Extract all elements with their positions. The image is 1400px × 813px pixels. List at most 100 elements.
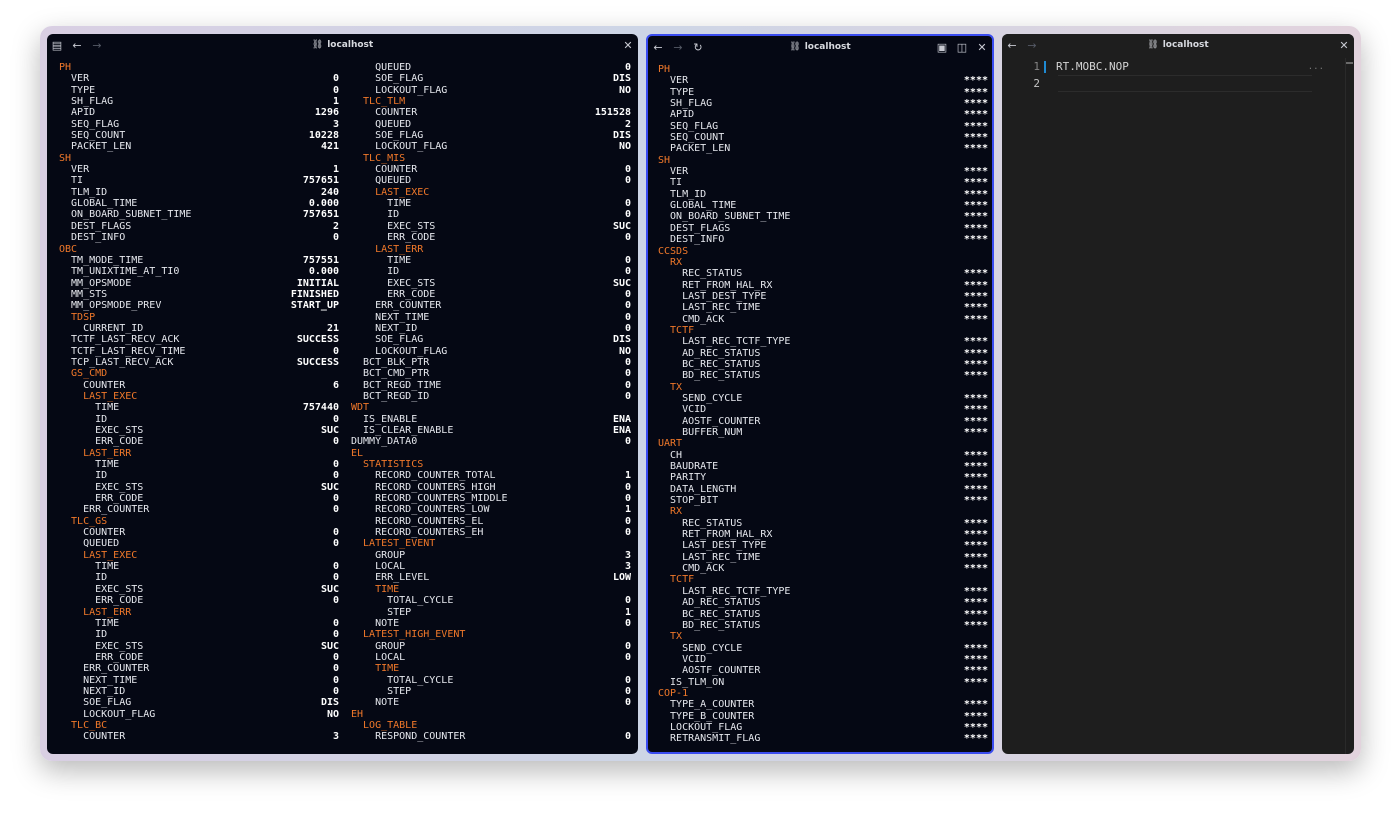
telemetry-key: OBC: [59, 243, 78, 255]
telemetry-value: 0: [332, 493, 339, 505]
arrow-right-icon[interactable]: →: [1022, 39, 1042, 52]
telemetry-key: PARITY: [658, 472, 707, 484]
reader-icon[interactable]: ▣: [932, 41, 952, 54]
telemetry-value: ENA: [612, 413, 631, 425]
telemetry-value: ****: [963, 563, 988, 575]
telemetry-value: 757551: [302, 254, 339, 266]
telemetry-value: ****: [963, 461, 988, 473]
telemetry-row: COUNTER 0: [351, 164, 631, 175]
telemetry-key: PH: [59, 62, 72, 73]
editor-line-text[interactable]: RT.MOBC.NOP: [1046, 60, 1129, 73]
telemetry-row: DEST_FLAGS 2: [59, 221, 339, 232]
telemetry-key: LAST_DEST_TYPE: [658, 290, 767, 302]
close-icon[interactable]: ✕: [618, 39, 638, 52]
telemetry-key: TCP_LAST_RECV_ACK: [59, 356, 174, 368]
telemetry-row: RET_FROM_HAL_RX ****: [658, 280, 988, 291]
telemetry-value: 1: [624, 470, 631, 482]
telemetry-key: LOCKOUT_FLAG: [351, 345, 448, 357]
telemetry-row: SEQ_FLAG 3: [59, 119, 339, 130]
telemetry-section-header: TCTF: [658, 574, 988, 585]
telemetry-key: COUNTER: [351, 164, 418, 176]
telemetry-key: SEND_CYCLE: [658, 642, 743, 654]
telemetry-row: IS_ENABLE ENA: [351, 414, 631, 425]
split-view-icon[interactable]: ◫: [952, 41, 972, 54]
telemetry-row: RESPOND_COUNTER 0: [351, 731, 631, 742]
arrow-left-icon[interactable]: ←: [648, 41, 668, 54]
editor-scrollbar[interactable]: [1345, 58, 1354, 754]
telemetry-key: RETRANSMIT_FLAG: [658, 733, 761, 745]
telemetry-section-header: GS_CMD: [59, 368, 339, 379]
telemetry-row: RECORD_COUNTER_TOTAL 1: [351, 470, 631, 481]
arrow-left-icon[interactable]: ←: [67, 39, 87, 52]
telemetry-value: ****: [963, 472, 988, 484]
reload-icon[interactable]: ↻: [688, 41, 708, 54]
telemetry-row: GROUP 0: [351, 641, 631, 652]
code-editor[interactable]: 1 RT.MOBC.NOP 2: [1002, 58, 1354, 92]
telemetry-key: GLOBAL_TIME: [658, 200, 737, 212]
telemetry-key: IS_TLM_ON: [658, 676, 725, 688]
telemetry-key: BUFFER_NUM: [658, 427, 743, 438]
telemetry-value: ****: [963, 290, 988, 302]
telemetry-row: COUNTER 6: [59, 380, 339, 391]
telemetry-section-header: RX: [658, 257, 988, 268]
telemetry-key: ID: [351, 209, 400, 221]
telemetry-value: 10228: [308, 130, 339, 142]
telemetry-key: MM_STS: [59, 288, 108, 300]
editor-line-current[interactable]: 2: [1002, 75, 1354, 92]
close-icon[interactable]: ✕: [972, 41, 992, 54]
telemetry-row: QUEUED 2: [351, 119, 631, 130]
page-title: ⛓ localhost: [311, 40, 374, 50]
telemetry-key: LAST_DEST_TYPE: [658, 540, 767, 552]
scrollbar-marker: [1346, 62, 1353, 64]
telemetry-value: 0: [624, 356, 631, 368]
telemetry-key: TIME: [351, 583, 400, 595]
telemetry-row: VER ****: [658, 75, 988, 86]
telemetry-row: COUNTER 3: [59, 731, 339, 742]
telemetry-row: LOCKOUT_FLAG NO: [351, 85, 631, 96]
telemetry-section-header: TLC_TLM: [351, 96, 631, 107]
telemetry-value: 0: [624, 674, 631, 686]
telemetry-key: PACKET_LEN: [59, 141, 132, 153]
telemetry-row: BC_REC_STATUS ****: [658, 609, 988, 620]
telemetry-value: ****: [963, 109, 988, 121]
telemetry-value: INITIAL: [296, 277, 339, 289]
telemetry-row: SEQ_COUNT 10228: [59, 130, 339, 141]
telemetry-value: 0: [332, 629, 339, 641]
telemetry-row: QUEUED 0: [351, 175, 631, 186]
telemetry-row: TM_UNIXTIME_AT_TI0 0.000: [59, 266, 339, 277]
ellipsis-icon: ...: [1307, 62, 1324, 72]
editor-line[interactable]: 1 RT.MOBC.NOP: [1002, 58, 1354, 75]
sidebar-icon[interactable]: ▤: [47, 39, 67, 52]
telemetry-row: SEND_CYCLE ****: [658, 393, 988, 404]
telemetry-row: RECORD_COUNTERS_LOW 1: [351, 504, 631, 515]
telemetry-row: ID 0: [351, 209, 631, 220]
telemetry-row: TCTF_LAST_RECV_TIME 0: [59, 346, 339, 357]
telemetry-value: 757440: [302, 402, 339, 414]
telemetry-row: EXEC_STS SUC: [59, 584, 339, 595]
telemetry-key: CMD_ACK: [658, 563, 725, 575]
telemetry-value: ****: [963, 132, 988, 144]
telemetry-value: 0: [624, 254, 631, 266]
telemetry-section-header: TLC_MIS: [351, 153, 631, 164]
telemetry-row: STEP 1: [351, 607, 631, 618]
telemetry-value: 0: [332, 572, 339, 584]
telemetry-row: ERR_CODE 0: [59, 595, 339, 606]
telemetry-key: SOE_FLAG: [59, 697, 132, 709]
telemetry-section-header: LATEST_HIGH_EVENT: [351, 629, 631, 640]
telemetry-row: DEST_INFO ****: [658, 234, 988, 245]
telemetry-row: TOTAL_CYCLE 0: [351, 595, 631, 606]
telemetry-key: COP-1: [658, 687, 689, 699]
telemetry-row: CMD_ACK ****: [658, 563, 988, 574]
arrow-right-icon[interactable]: →: [87, 39, 107, 52]
arrow-right-icon[interactable]: →: [668, 41, 688, 54]
close-icon[interactable]: ✕: [1334, 39, 1354, 52]
telemetry-value: 3: [332, 118, 339, 130]
telemetry-key: TLM_ID: [658, 188, 707, 200]
telemetry-key: EL: [351, 447, 364, 459]
telemetry-key: SEND_CYCLE: [658, 392, 743, 404]
arrow-left-icon[interactable]: ←: [1002, 39, 1022, 52]
telemetry-value: 0: [332, 538, 339, 550]
telemetry-key: TDSP: [59, 311, 96, 323]
telemetry-value: 0: [624, 288, 631, 300]
telemetry-value: SUC: [612, 220, 631, 232]
